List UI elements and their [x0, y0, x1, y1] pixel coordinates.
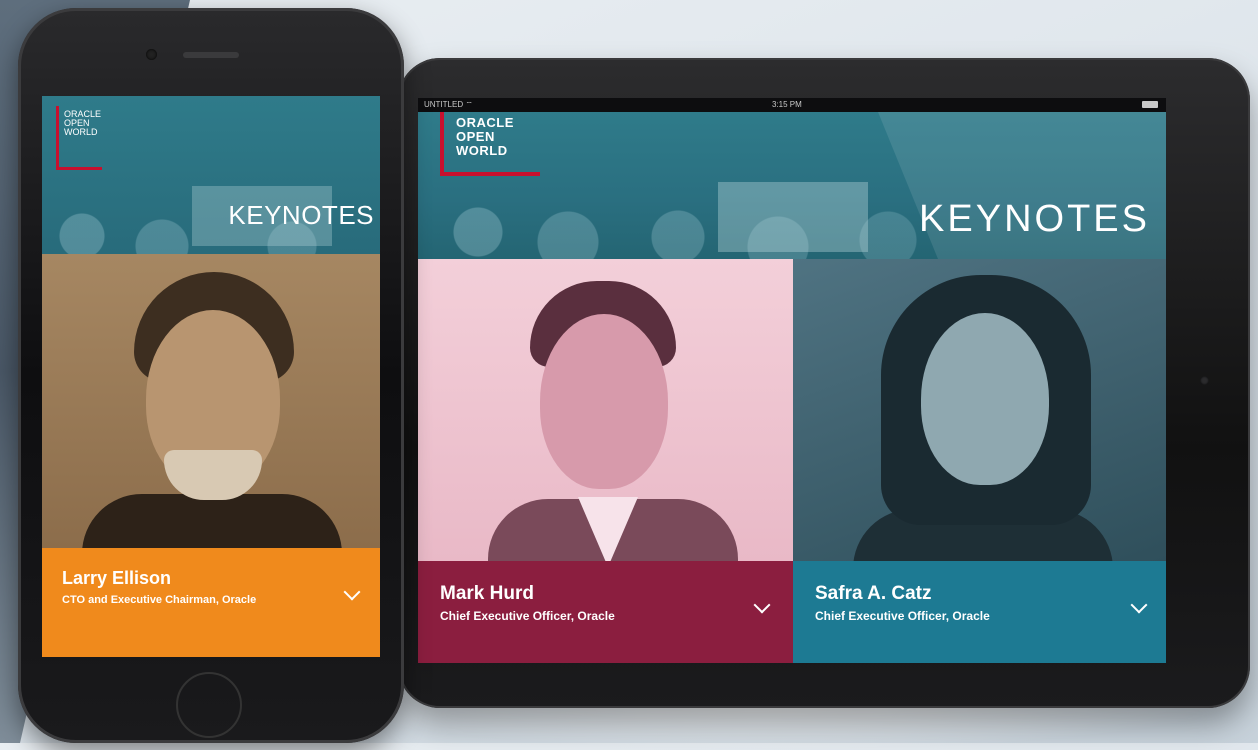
ipad-device: UNTITLED ⌔ 3:15 PM ORACLE OPEN WORLD KEY… — [398, 58, 1250, 708]
iphone-camera — [146, 49, 157, 60]
logo-line-2: OPEN — [456, 129, 495, 144]
speaker-role: Chief Executive Officer, Oracle — [815, 609, 990, 623]
status-bar: UNTITLED ⌔ 3:15 PM — [418, 98, 1166, 112]
speaker-role: Chief Executive Officer, Oracle — [440, 609, 615, 623]
oracle-open-world-logo: ORACLE OPEN WORLD — [456, 116, 514, 158]
ipad-camera — [1200, 376, 1209, 385]
page-title: KEYNOTES — [228, 200, 374, 230]
speaker-card-safra-catz[interactable]: Safra A. Catz Chief Executive Officer, O… — [793, 259, 1166, 663]
status-time: 3:15 PM — [772, 100, 802, 109]
logo-red-bar-vertical — [56, 106, 59, 170]
speaker-cards: Mark Hurd Chief Executive Officer, Oracl… — [418, 259, 1166, 663]
page-title: KEYNOTES — [919, 198, 1150, 240]
speaker-photo — [793, 259, 1166, 579]
chevron-down-icon[interactable] — [753, 596, 771, 614]
speaker-card-mark-hurd[interactable]: Mark Hurd Chief Executive Officer, Oracl… — [418, 259, 793, 663]
iphone-device: ORACLE OPEN WORLD KEYNOTES Larry Ellison… — [18, 8, 404, 743]
speaker-role: CTO and Executive Chairman, Oracle — [62, 594, 257, 606]
iphone-speaker — [183, 52, 239, 58]
speaker-photo — [42, 254, 380, 554]
speaker-card-larry-ellison[interactable]: Larry Ellison CTO and Executive Chairman… — [42, 254, 380, 657]
logo-red-bar-horizontal — [56, 167, 102, 170]
speaker-photo — [418, 259, 793, 579]
battery-icon — [1142, 101, 1158, 108]
header-stage-screen — [718, 182, 868, 252]
speaker-name: Safra A. Catz — [815, 583, 932, 604]
speaker-caption: Safra A. Catz Chief Executive Officer, O… — [793, 561, 1166, 663]
speaker-caption: Mark Hurd Chief Executive Officer, Oracl… — [418, 561, 793, 663]
speaker-name: Larry Ellison — [62, 568, 172, 588]
logo-line-3: WORLD — [64, 127, 98, 137]
oracle-open-world-logo: ORACLE OPEN WORLD — [64, 110, 101, 137]
logo-line-3: WORLD — [456, 143, 508, 158]
status-carrier: UNTITLED ⌔ — [424, 100, 473, 109]
keynotes-header: ORACLE OPEN WORLD KEYNOTES — [418, 112, 1166, 259]
speaker-name: Mark Hurd — [440, 583, 534, 604]
ipad-screen: UNTITLED ⌔ 3:15 PM ORACLE OPEN WORLD KEY… — [418, 98, 1166, 663]
logo-line-1: ORACLE — [456, 115, 514, 130]
iphone-screen: ORACLE OPEN WORLD KEYNOTES Larry Ellison… — [42, 96, 380, 657]
chevron-down-icon[interactable] — [343, 583, 361, 601]
home-button[interactable] — [176, 672, 242, 738]
logo-red-bar-vertical — [440, 112, 444, 176]
chevron-down-icon[interactable] — [1130, 596, 1148, 614]
keynotes-header: ORACLE OPEN WORLD KEYNOTES — [42, 96, 380, 254]
speaker-caption: Larry Ellison CTO and Executive Chairman… — [42, 548, 380, 657]
logo-red-bar-horizontal — [440, 172, 540, 176]
